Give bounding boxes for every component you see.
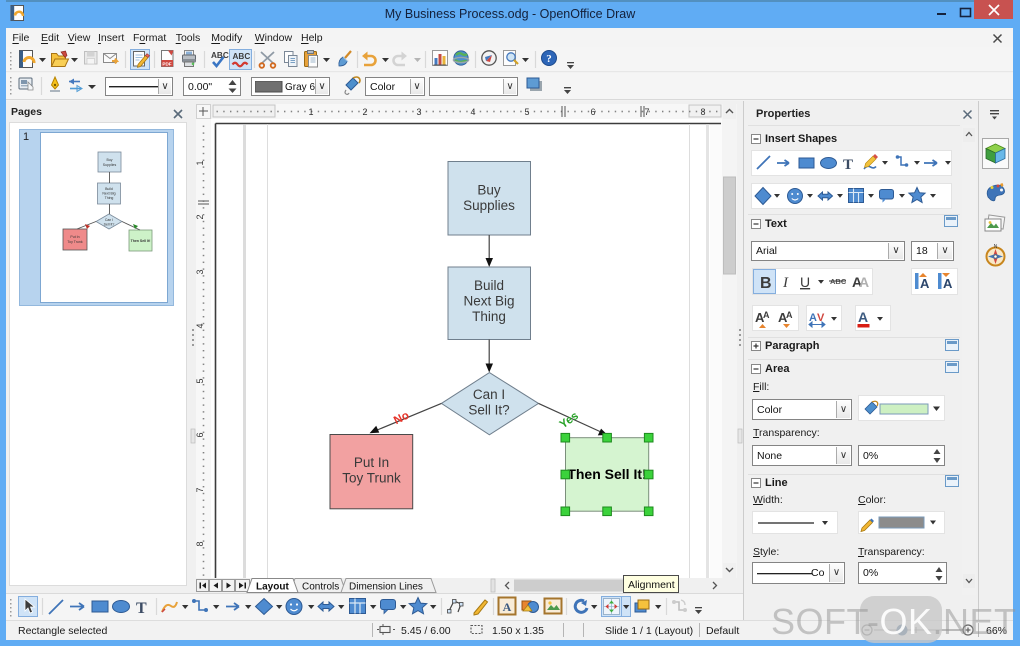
svg-text:A: A xyxy=(786,310,793,320)
svg-text:A: A xyxy=(809,312,817,324)
svg-text:Build: Build xyxy=(105,187,113,191)
svg-text:Can I: Can I xyxy=(473,387,505,402)
svg-text:I: I xyxy=(782,275,789,291)
svg-text:Put In: Put In xyxy=(354,455,389,470)
svg-text:Next Big: Next Big xyxy=(102,192,115,196)
svg-text:Sell It?: Sell It? xyxy=(468,403,509,418)
svg-text:Supplies: Supplies xyxy=(103,163,117,167)
svg-text:1: 1 xyxy=(308,107,313,117)
svg-text:6: 6 xyxy=(590,107,595,117)
svg-text:A: A xyxy=(858,309,868,325)
svg-text:PDF: PDF xyxy=(162,61,171,66)
svg-text:Build: Build xyxy=(474,278,504,293)
svg-text:3: 3 xyxy=(416,107,421,117)
svg-text:Put In: Put In xyxy=(70,235,79,239)
svg-text:?: ? xyxy=(546,53,552,65)
svg-text:A: A xyxy=(859,274,869,290)
svg-text:Dimension Lines: Dimension Lines xyxy=(349,582,423,593)
svg-text:A: A xyxy=(763,310,770,320)
svg-text:2: 2 xyxy=(362,107,367,117)
svg-text:Supplies: Supplies xyxy=(463,198,515,213)
svg-text:T: T xyxy=(843,157,853,173)
svg-text:N: N xyxy=(994,244,998,250)
svg-text:7: 7 xyxy=(644,107,649,117)
svg-text:Toy Trunk: Toy Trunk xyxy=(67,240,82,244)
svg-text:5: 5 xyxy=(524,107,529,117)
svg-text:T: T xyxy=(136,600,147,617)
svg-text:Thing: Thing xyxy=(105,196,114,200)
svg-text:Toy Trunk: Toy Trunk xyxy=(342,471,401,486)
svg-text:A: A xyxy=(503,600,512,614)
svg-text:Then Sell It!: Then Sell It! xyxy=(567,466,646,482)
svg-text:Buy: Buy xyxy=(477,183,501,198)
svg-text:Sell It?: Sell It? xyxy=(104,223,115,227)
svg-text:Thing: Thing xyxy=(472,309,506,324)
svg-text:Can I: Can I xyxy=(105,218,113,222)
svg-text:4: 4 xyxy=(470,107,475,117)
svg-text:Layout: Layout xyxy=(256,582,289,593)
svg-text:U: U xyxy=(800,274,810,290)
svg-text:Controls: Controls xyxy=(302,582,339,593)
svg-text:Next Big: Next Big xyxy=(463,294,514,309)
svg-text:A: A xyxy=(920,276,930,291)
svg-text:B: B xyxy=(760,275,772,292)
svg-text:ABC: ABC xyxy=(211,51,229,60)
svg-text:ABC: ABC xyxy=(233,52,251,61)
svg-text:Then Sell It!: Then Sell It! xyxy=(131,239,151,243)
svg-text:8: 8 xyxy=(700,107,705,117)
svg-text:A: A xyxy=(943,276,953,291)
svg-text:Buy: Buy xyxy=(106,158,112,162)
svg-text:V: V xyxy=(817,312,825,324)
